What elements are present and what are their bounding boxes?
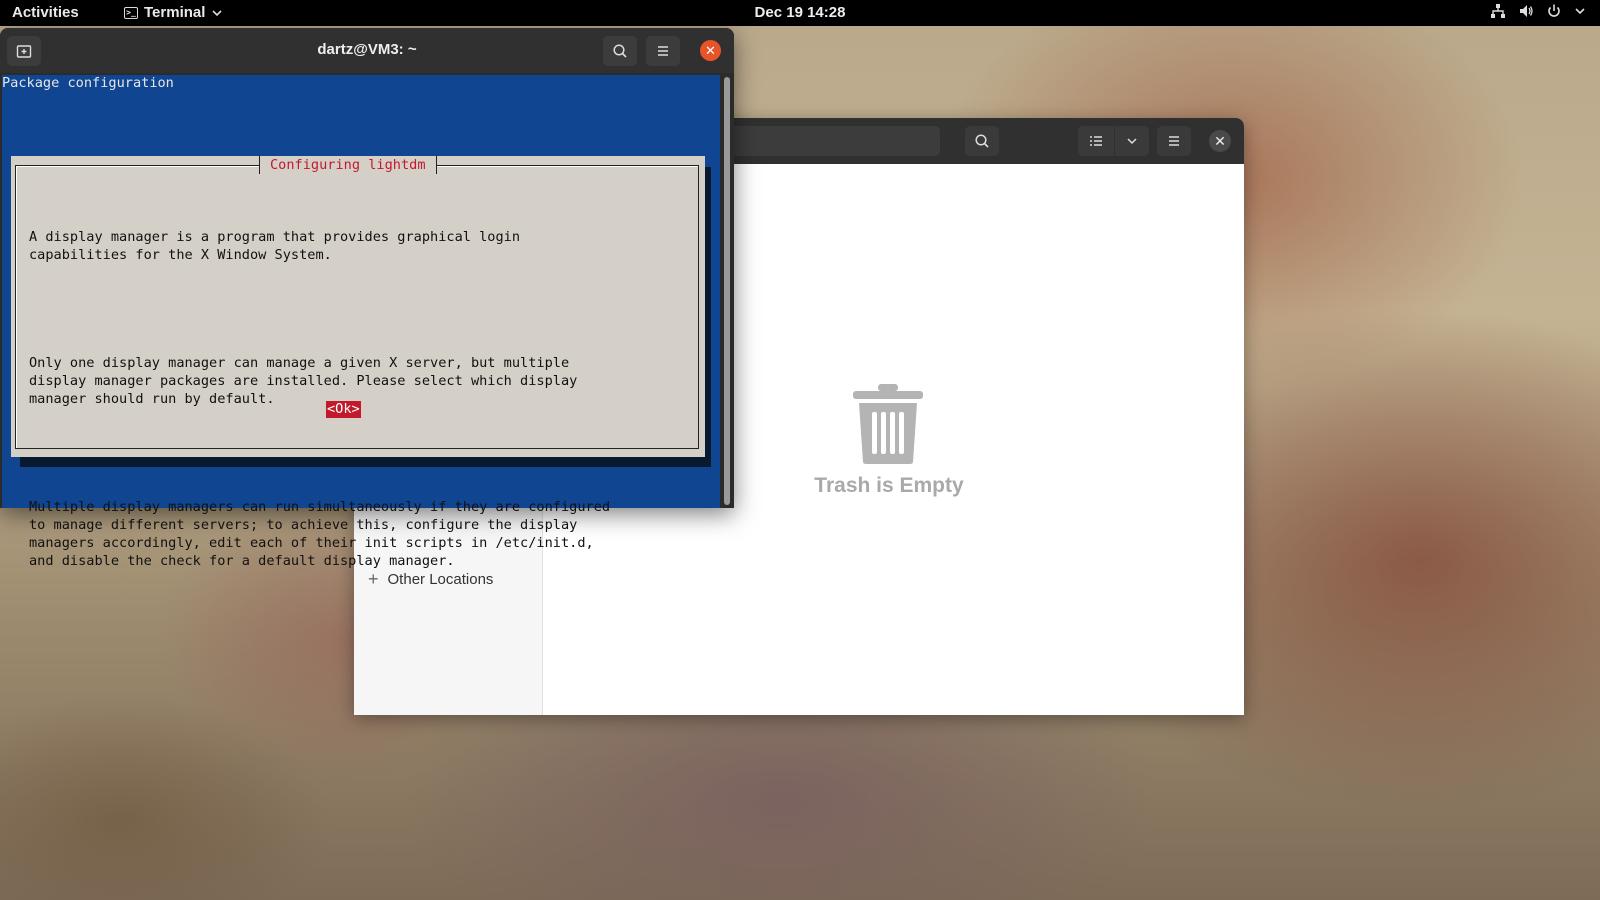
chevron-down-icon xyxy=(212,9,222,16)
list-view-icon xyxy=(1090,136,1102,146)
app-menu[interactable]: >_ Terminal xyxy=(124,4,223,21)
network-icon[interactable] xyxy=(1490,3,1506,19)
hamburger-menu-icon xyxy=(658,46,668,56)
close-icon: ✕ xyxy=(705,43,716,58)
dialog-paragraph: Multiple display managers can run simult… xyxy=(29,499,611,569)
empty-state-label: Trash is Empty xyxy=(814,474,964,497)
clock-label[interactable]: Dec 19 14:28 xyxy=(755,4,846,21)
dialog-body: A display manager is a program that prov… xyxy=(29,192,610,606)
terminal-icon: >_ xyxy=(124,6,138,19)
window-title-label: dartz@VM3: ~ xyxy=(317,41,417,58)
close-icon: ✕ xyxy=(1214,133,1226,149)
volume-icon[interactable] xyxy=(1518,3,1534,19)
dialog-paragraph: Only one display manager can manage a gi… xyxy=(29,355,578,407)
close-button[interactable]: ✕ xyxy=(1209,130,1231,152)
terminal-menu-button[interactable] xyxy=(646,36,680,66)
terminal-headerbar: dartz@VM3: ~ ✕ xyxy=(0,28,734,73)
terminal-scrollbar[interactable] xyxy=(720,75,734,508)
terminal-screen[interactable]: Package configuration Configuring lightd… xyxy=(2,75,720,569)
activities-button[interactable]: Activities xyxy=(12,4,79,21)
dialog-paragraph: A display manager is a program that prov… xyxy=(29,229,521,263)
power-icon[interactable] xyxy=(1546,3,1562,19)
chevron-down-icon[interactable] xyxy=(1574,5,1586,17)
top-bar: Activities >_ Terminal Dec 19 14:28 xyxy=(0,0,1600,26)
dialog-title: Configuring lightdm xyxy=(259,156,437,174)
clock: Dec 19 14:28 xyxy=(0,4,1600,21)
list-view-button[interactable] xyxy=(1078,126,1114,156)
package-configuration-header: Package configuration xyxy=(2,75,174,91)
trash-icon xyxy=(853,384,923,464)
search-button[interactable] xyxy=(965,126,999,156)
system-tray[interactable] xyxy=(1490,3,1586,19)
search-icon xyxy=(975,134,989,148)
search-icon xyxy=(613,44,627,58)
new-tab-icon xyxy=(16,45,32,58)
view-options-button[interactable] xyxy=(1115,126,1149,156)
terminal-window: dartz@VM3: ~ ✕ Package configuration Con… xyxy=(0,28,734,569)
scrollbar-thumb[interactable] xyxy=(724,77,730,505)
chevron-down-icon xyxy=(1127,138,1137,145)
path-bar[interactable] xyxy=(714,126,940,156)
hamburger-menu-icon xyxy=(1169,136,1179,146)
new-tab-button[interactable] xyxy=(7,36,41,66)
terminal-search-button[interactable] xyxy=(603,36,637,66)
ok-button[interactable]: <Ok> xyxy=(326,401,361,418)
main-menu-button[interactable] xyxy=(1157,126,1191,156)
app-menu-label: Terminal xyxy=(144,4,206,21)
terminal-close-button[interactable]: ✕ xyxy=(700,40,721,61)
debconf-dialog: Configuring lightdm A display manager is… xyxy=(11,156,705,569)
